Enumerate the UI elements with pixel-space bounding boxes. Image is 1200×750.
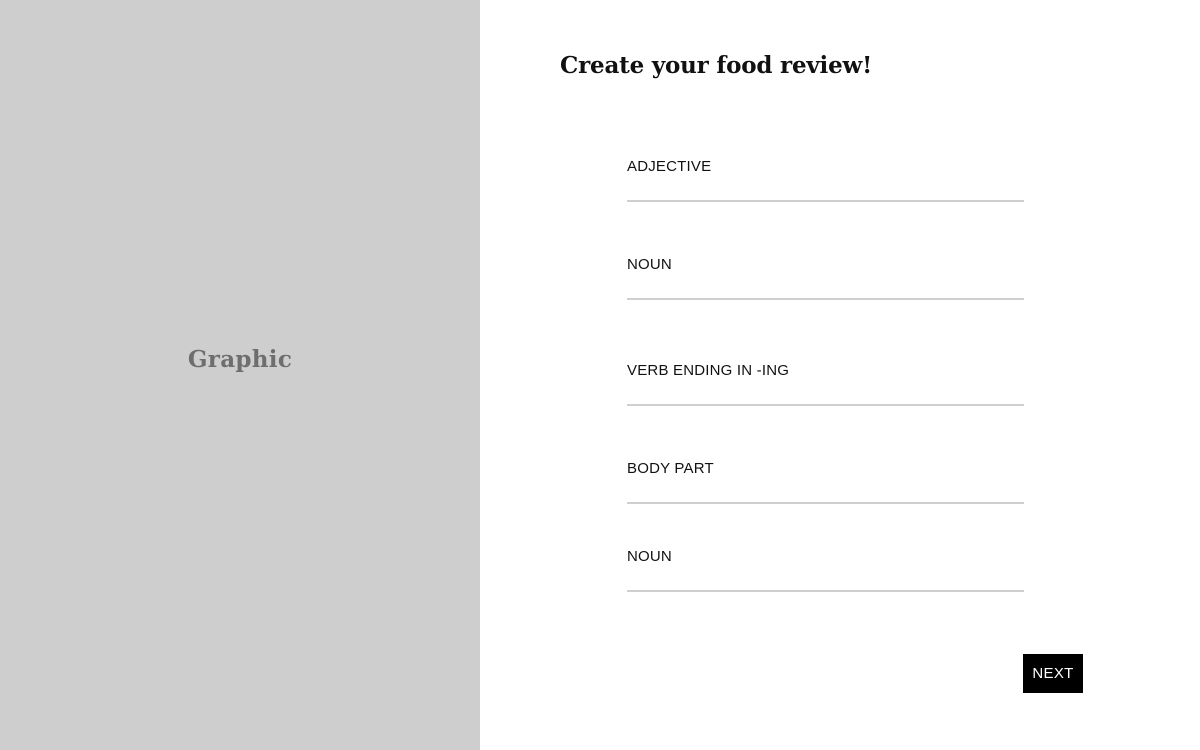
verb-ing-input[interactable]	[627, 361, 1024, 381]
body-part-input[interactable]	[627, 459, 1024, 479]
verb-ing-field	[627, 361, 1024, 406]
adjective-field	[627, 157, 1024, 202]
noun-input-1[interactable]	[627, 255, 1024, 275]
noun-input-2[interactable]	[627, 547, 1024, 567]
graphic-panel: Graphic	[0, 0, 480, 750]
page: Graphic Create your food review! NEXT	[0, 0, 1200, 750]
noun-field-1	[627, 255, 1024, 300]
graphic-placeholder-label: Graphic	[187, 346, 293, 373]
noun-field-2	[627, 547, 1024, 592]
form-title: Create your food review!	[560, 52, 873, 79]
adjective-input[interactable]	[627, 157, 1024, 177]
body-part-field	[627, 459, 1024, 504]
next-button[interactable]: NEXT	[1023, 654, 1083, 693]
review-form-panel: Create your food review! NEXT	[480, 0, 1200, 750]
